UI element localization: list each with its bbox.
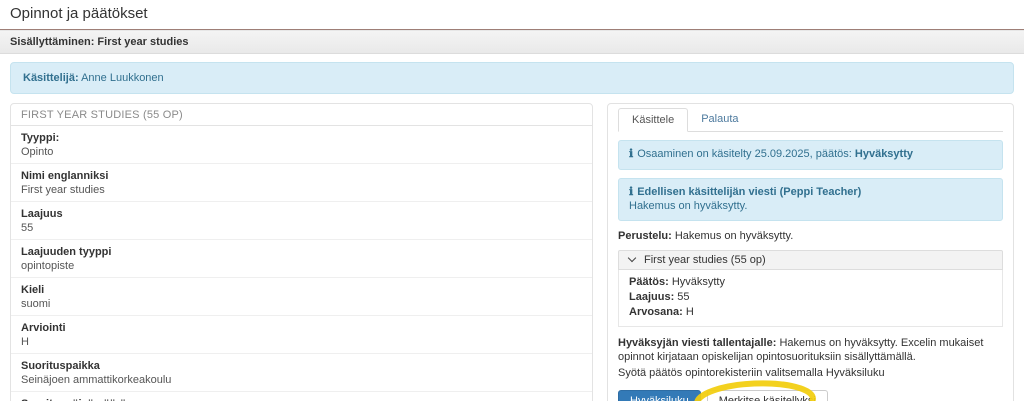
field-label: Laajuuden tyyppi	[21, 246, 582, 258]
field-row: Laajuus 55	[11, 202, 592, 240]
handler-info-box: Käsittelijä: Anne Luukkonen	[10, 62, 1014, 94]
chevron-down-icon	[628, 254, 636, 262]
study-decision-title: First year studies (55 op)	[644, 254, 766, 266]
handler-label: Käsittelijä:	[23, 72, 79, 84]
justification-label: Perustelu:	[618, 230, 672, 242]
decision-row-value: H	[686, 306, 694, 318]
field-row: Nimi englanniksi First year studies	[11, 164, 592, 202]
breadcrumb-bar: Sisällyttäminen: First year studies	[0, 30, 1024, 54]
field-row: Tyyppi: Opinto	[11, 126, 592, 164]
field-row: Suorituspaikka Seinäjoen ammattikorkeako…	[11, 354, 592, 392]
justification-line: Perustelu: Hakemus on hyväksytty.	[618, 230, 1003, 242]
page-title: Opinnot ja päätökset	[0, 0, 1024, 29]
study-decision-body: Päätös: Hyväksytty Laajuus: 55 Arvosana:…	[618, 270, 1003, 327]
info-icon: ℹ	[629, 186, 633, 198]
decision-row-value: 55	[677, 291, 689, 303]
approver-message: Hyväksyjän viesti tallentajalle: Hakemus…	[618, 336, 1003, 365]
field-value: opintopiste	[21, 260, 582, 272]
field-row: Suorituspäivämäärä 16.05.2025	[11, 392, 592, 401]
field-label: Laajuus	[21, 208, 582, 220]
decision-row-label: Laajuus:	[629, 291, 674, 303]
field-label: Tyyppi:	[21, 132, 582, 144]
field-value: suomi	[21, 298, 582, 310]
previous-handler-message: Hakemus on hyväksytty.	[629, 200, 992, 214]
decision-row: Päätös: Hyväksytty	[629, 275, 992, 290]
decision-status-alert: ℹ Osaaminen on käsitelty 25.09.2025, päät…	[618, 140, 1003, 170]
decision-status-value: Hyväksytty	[855, 148, 913, 160]
study-panel-title: FIRST YEAR STUDIES (55 OP)	[11, 104, 592, 126]
field-value: 55	[21, 222, 582, 234]
processing-panel: Käsittele Palauta ℹ Osaaminen on käsitelt…	[607, 103, 1014, 401]
merkitse-kasitellyksi-button[interactable]: Merkitse käsitellyksi	[707, 390, 828, 401]
decision-row-value: Hyväksytty	[672, 276, 725, 288]
tab-bar: Käsittele Palauta	[618, 108, 1003, 132]
main-content: FIRST YEAR STUDIES (55 OP) Tyyppi: Opint…	[0, 103, 1024, 401]
previous-handler-alert: ℹ Edellisen käsittelijän viesti (Peppi Te…	[618, 178, 1003, 222]
previous-handler-title: Edellisen käsittelijän viesti (Peppi Tea…	[637, 186, 861, 198]
decision-row: Arvosana: H	[629, 305, 992, 320]
study-field-list: Tyyppi: Opinto Nimi englanniksi First ye…	[11, 126, 592, 401]
study-details-panel: FIRST YEAR STUDIES (55 OP) Tyyppi: Opint…	[10, 103, 593, 401]
field-label: Kieli	[21, 284, 582, 296]
field-row: Laajuuden tyyppi opintopiste	[11, 240, 592, 278]
field-row: Arviointi H	[11, 316, 592, 354]
tab-palauta[interactable]: Palauta	[688, 108, 751, 131]
study-decision-group: First year studies (55 op) Päätös: Hyväk…	[618, 250, 1003, 327]
decision-row-label: Päätös:	[629, 276, 669, 288]
action-buttons: Hyväksiluku Merkitse käsitellyksi	[618, 390, 1003, 401]
field-label: Arviointi	[21, 322, 582, 334]
field-label: Suorituspaikka	[21, 360, 582, 372]
field-value: Seinäjoen ammattikorkeakoulu	[21, 374, 582, 386]
instruction-text: Syötä päätös opintorekisteriin valitsema…	[618, 366, 1003, 380]
info-icon: ℹ	[629, 148, 633, 160]
study-decision-header[interactable]: First year studies (55 op)	[618, 250, 1003, 270]
field-value: H	[21, 336, 582, 348]
field-row: Kieli suomi	[11, 278, 592, 316]
approver-message-label: Hyväksyjän viesti tallentajalle:	[618, 337, 776, 349]
decision-status-text: Osaaminen on käsitelty 25.09.2025, päätö…	[637, 148, 852, 160]
field-label: Nimi englanniksi	[21, 170, 582, 182]
justification-text: Hakemus on hyväksytty.	[675, 230, 793, 242]
decision-row: Laajuus: 55	[629, 290, 992, 305]
field-value: First year studies	[21, 184, 582, 196]
field-value: Opinto	[21, 146, 582, 158]
tab-kasittele[interactable]: Käsittele	[618, 108, 688, 132]
hyvaksiluku-button[interactable]: Hyväksiluku	[618, 390, 701, 401]
handler-name: Anne Luukkonen	[81, 72, 164, 84]
decision-row-label: Arvosana:	[629, 306, 683, 318]
